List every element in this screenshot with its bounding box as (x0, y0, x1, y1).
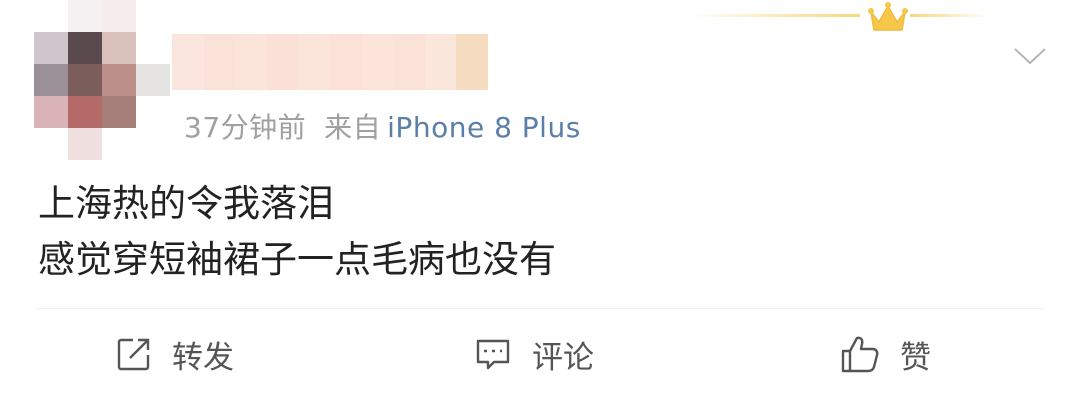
divider (36, 308, 1044, 309)
post-source-device[interactable]: iPhone 8 Plus (387, 111, 581, 144)
post-content-line: 上海热的令我落泪 (38, 182, 334, 225)
like-label: 赞 (900, 339, 931, 376)
crown-decoration-line-right (910, 14, 990, 17)
repost-label: 转发 (172, 339, 234, 376)
post-time: 37分钟前 (184, 111, 307, 144)
crown-icon (868, 2, 908, 31)
post-content: 上海热的令我落泪 感觉穿短袖裙子一点毛病也没有 (38, 176, 556, 288)
weibo-post-card: 37分钟前 来自 iPhone 8 Plus 上海热的令我落泪 感觉穿短袖裙子一点毛… (0, 0, 1080, 400)
like-button[interactable]: 赞 (840, 328, 931, 380)
action-bar: 转发 评论 赞 (0, 328, 1080, 380)
avatar[interactable] (34, 0, 170, 160)
thumbs-up-icon (841, 336, 879, 373)
chevron-down-icon[interactable] (1012, 44, 1048, 68)
username-blurred[interactable] (172, 34, 488, 90)
comment-icon (476, 339, 510, 370)
comment-label: 评论 (532, 339, 594, 376)
post-content-line: 感觉穿短袖裙子一点毛病也没有 (38, 238, 556, 281)
crown-decoration-line-left (690, 14, 860, 17)
repost-button[interactable]: 转发 (116, 328, 234, 380)
post-source-prefix: 来自 (324, 111, 382, 144)
post-meta: 37分钟前 来自 iPhone 8 Plus (184, 106, 581, 146)
comment-button[interactable]: 评论 (474, 328, 594, 380)
repost-icon (117, 338, 150, 371)
